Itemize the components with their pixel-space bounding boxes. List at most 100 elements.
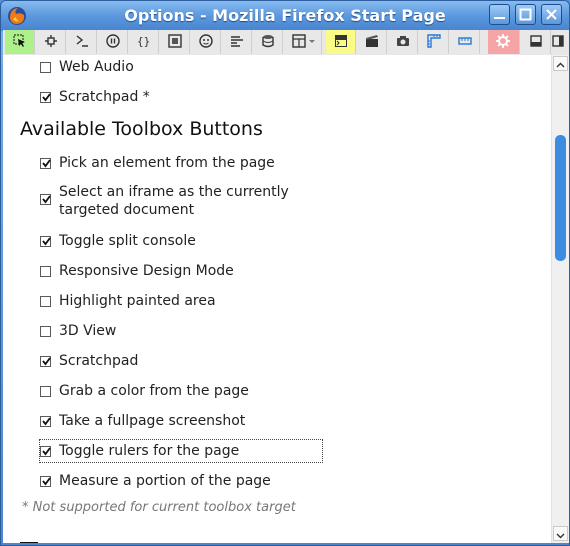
option-split-console[interactable]: Toggle split console [40,230,196,252]
scroll-thumb[interactable] [555,135,566,261]
option-web-audio[interactable]: Web Audio [40,56,134,78]
option-label: Pick an element from the page [59,155,275,171]
frame-button[interactable] [160,30,190,54]
clapper-icon [366,35,378,47]
close-icon [546,9,557,20]
checkbox[interactable] [40,326,51,337]
maximize-icon [519,8,532,21]
option-label: Responsive Design Mode [59,263,234,279]
checkmark-icon [42,417,51,426]
checkbox[interactable] [40,446,51,457]
performance-button[interactable] [98,30,128,54]
svg-text:{}: {} [137,35,150,48]
console-button[interactable] [67,30,97,54]
ruler-icon [458,37,472,45]
style-editor-button[interactable]: {} [129,30,159,54]
option-label: 3D View [59,323,117,339]
pause-circle-icon [106,34,120,48]
network-lines-icon [231,36,243,47]
option-label: Take a fullpage screenshot [59,413,246,429]
option-label: Toggle split console [59,233,196,249]
option-label: Select an iframe as the currently target… [59,184,289,218]
window-title: Options - Mozilla Firefox Start Page [124,6,446,25]
checkbox[interactable] [40,476,51,487]
debugger-button[interactable] [36,30,66,54]
cursor-pick-icon [13,34,25,47]
option-eyedropper[interactable]: Grab a color from the page [40,380,249,402]
title-bar[interactable]: Options - Mozilla Firefox Start Page [1,1,569,31]
ruler-corner-icon [427,34,441,48]
checkbox[interactable] [40,386,51,397]
rulers-button[interactable] [419,30,449,54]
face-icon [199,34,213,48]
memory-button[interactable] [191,30,221,54]
checkmark-icon [42,195,51,204]
option-label: Grab a color from the page [59,383,249,399]
option-screenshot[interactable]: Take a fullpage screenshot [40,410,245,432]
checkbox[interactable] [40,296,51,307]
checkmark-icon [42,357,51,366]
pick-element-button[interactable] [5,30,35,54]
checkbox[interactable] [40,356,51,367]
checkbox[interactable] [40,416,51,427]
settings-button[interactable] [488,30,520,54]
option-paint-flashing[interactable]: Highlight painted area [40,290,216,312]
scroll-down-button[interactable] [553,526,568,541]
option-3d-view[interactable]: 3D View [40,320,116,342]
gear-icon [496,34,510,48]
option-pick-element[interactable]: Pick an element from the page [40,152,275,174]
maximize-button[interactable] [515,4,536,25]
section-heading: Available Toolbox Buttons [20,118,263,140]
checkbox[interactable] [40,266,51,277]
network-button[interactable] [222,30,252,54]
options-panel: Web Audio Scratchpad * Available Toolbox… [3,55,551,543]
frame-square-icon [168,34,182,48]
checkbox[interactable] [40,62,51,73]
bug-icon [45,35,57,47]
scratchpad-button[interactable] [357,30,387,54]
camera-icon [397,36,409,46]
screenshot-button[interactable] [388,30,418,54]
split-console-button[interactable] [326,30,356,54]
console-prompt-icon [76,35,88,47]
checkbox[interactable] [40,92,51,103]
measure-button[interactable] [450,30,480,54]
chevron-up-icon [556,62,565,68]
minimize-icon [494,17,505,19]
checkmark-icon [42,477,51,486]
close-button[interactable] [541,4,562,25]
dock-bottom-icon [530,35,542,47]
option-label: Highlight painted area [59,293,216,309]
scroll-up-button[interactable] [553,56,568,71]
vertical-scrollbar[interactable] [551,55,569,543]
checkbox[interactable] [40,236,51,247]
storage-button[interactable] [253,30,283,54]
option-rulers[interactable]: Toggle rulers for the page [39,439,323,463]
checkbox[interactable] [40,194,51,205]
minimize-button[interactable] [489,4,510,25]
firefox-options-window: Options - Mozilla Firefox Start Page {} [0,0,570,546]
database-icon [262,35,274,48]
checkmark-icon [42,159,51,168]
option-label: Measure a portion of the page [59,473,271,489]
dock-side-button[interactable] [543,30,569,54]
terminal-icon [335,35,347,47]
option-label: Scratchpad [59,353,139,369]
layout-dropdown-button[interactable] [284,30,322,54]
footnote: * Not supported for current toolbox targ… [22,500,296,515]
option-select-iframe[interactable]: Select an iframe as the currently target… [40,183,299,219]
option-scratchpad-tool[interactable]: Scratchpad * [40,86,150,108]
braces-icon: {} [137,35,150,48]
option-label: Toggle rulers for the page [59,443,240,459]
dock-side-icon [552,35,564,47]
chevron-down-icon [556,533,565,539]
checkbox[interactable] [40,158,51,169]
option-measure[interactable]: Measure a portion of the page [40,470,271,492]
checkmark-icon [42,237,51,246]
checkmark-icon [42,93,51,102]
devtools-toolbar: {} [3,30,569,56]
option-scratchpad[interactable]: Scratchpad [40,350,138,372]
option-label: Scratchpad * [59,89,150,105]
option-responsive-design[interactable]: Responsive Design Mode [40,260,234,282]
checkmark-icon [42,447,51,456]
